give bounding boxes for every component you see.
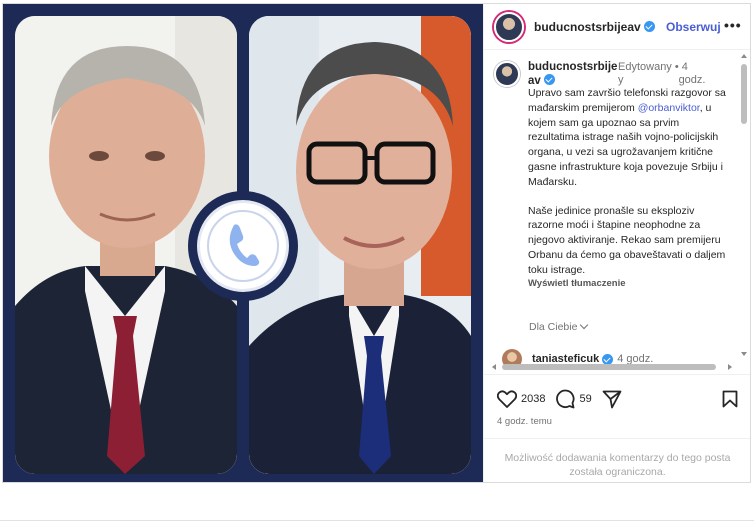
call-badge (188, 191, 298, 301)
author-username[interactable]: buducnostsrbijeav (534, 20, 655, 34)
time-label-bottom: godz. (678, 74, 706, 86)
chevron-down-icon (580, 320, 589, 330)
verified-badge-icon (643, 20, 655, 32)
vertical-scrollbar[interactable] (739, 52, 749, 362)
bookmark-icon[interactable] (722, 390, 738, 413)
post-header: buducnostsrbijeav Obserwuj ••• (484, 4, 750, 50)
scroll-right-icon[interactable] (728, 364, 732, 370)
share-icon[interactable] (602, 390, 622, 409)
more-options-icon[interactable]: ••• (724, 17, 742, 33)
scroll-down-icon[interactable] (741, 352, 747, 356)
caption-username[interactable]: buducnostsrbije av (528, 61, 617, 88)
scroll-left-icon[interactable] (492, 364, 496, 370)
caption: buducnostsrbije av Edytowany • 4 y godz.… (494, 61, 734, 289)
page-divider (0, 520, 754, 521)
caption-text: Upravo sam završio telefonski razgovor s… (528, 87, 726, 276)
post-side-panel: buducnostsrbijeav Obserwuj ••• buducnost… (483, 4, 750, 482)
like-count[interactable]: 2038 (521, 393, 545, 405)
comment-count[interactable]: 59 (579, 393, 591, 405)
caption-scroll-area[interactable]: buducnostsrbije av Edytowany • 4 y godz.… (484, 51, 750, 373)
phone-icon (225, 222, 261, 271)
follow-button[interactable]: Obserwuj (666, 20, 721, 34)
scroll-thumb-horizontal[interactable] (502, 364, 716, 370)
caption-avatar[interactable] (494, 61, 520, 87)
heart-icon[interactable] (497, 390, 517, 408)
comments-disabled-notice: Możliwość dodawania komentarzy do tego p… (484, 438, 750, 482)
show-translation-link[interactable]: Wyświetl tłumaczenie (528, 278, 734, 289)
avatar[interactable] (494, 11, 524, 42)
horizontal-scrollbar[interactable] (490, 362, 738, 372)
post-dialog: buducnostsrbijeav Obserwuj ••• buducnost… (2, 3, 751, 483)
time-label-top: • 4 (674, 61, 688, 73)
verified-badge-icon (543, 74, 555, 85)
scroll-thumb[interactable] (741, 64, 747, 124)
mention-link[interactable]: @orbanviktor (638, 102, 700, 114)
edited-label-tail: y (618, 74, 624, 86)
posted-time: 4 godz. temu (497, 416, 552, 427)
scroll-up-icon[interactable] (741, 54, 747, 58)
comment-icon[interactable] (555, 389, 575, 409)
action-bar: 2038 59 4 godz. temu (484, 374, 750, 438)
for-you-dropdown[interactable]: Dla Ciebie (529, 320, 589, 333)
edited-label[interactable]: Edytowany (618, 61, 672, 73)
post-image[interactable] (3, 4, 483, 482)
caption-meta: Edytowany • 4 y godz. (618, 61, 718, 88)
